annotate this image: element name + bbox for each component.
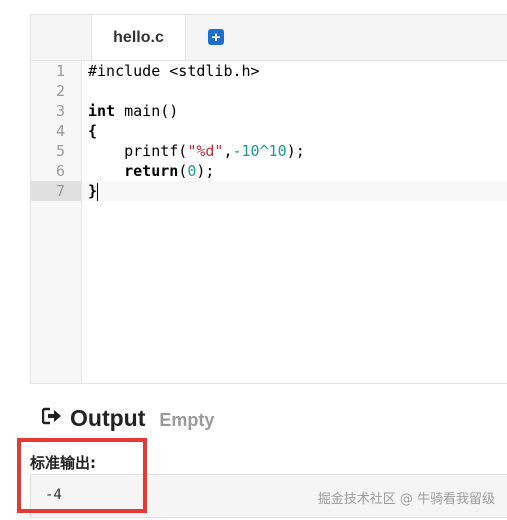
line-number: 4 [55,122,65,140]
code-line-5: printf("%d",-10^10); [82,141,507,161]
line-number: 6 [55,162,65,180]
text-cursor [97,182,99,201]
line-number-gutter: 1 2 3 4 5 6 7 [31,61,82,383]
keyword-int: int [88,102,116,120]
format-string: "%d" [187,142,224,160]
tab-hello-c[interactable]: hello.c [91,15,186,60]
number-literal: -10^10 [232,142,287,160]
close-brace: } [88,182,98,200]
code-line-7: } [82,181,507,201]
line-number: 3 [55,102,65,120]
code-line-6: return(0); [82,161,507,181]
plus-icon: + [211,28,221,46]
open-brace: { [88,122,98,140]
editor-tab-bar: hello.c + [31,15,507,61]
line-number-active: 7 [31,181,81,201]
paren-open: ( [178,162,188,180]
printf-call: printf( [124,142,188,160]
main-signature: main() [115,102,179,120]
code-area[interactable]: #include <stdlib.h> int main() { printf(… [82,61,507,383]
code-line-3: int main() [82,101,507,121]
line-number: 2 [55,82,65,100]
watermark: 掘金技术社区 @ 牛骑看我留级 [317,492,495,507]
keyword-return: return [124,162,179,180]
code-editor: hello.c + 1 2 3 4 5 6 7 #include <stdlib… [30,14,507,384]
line-number: 1 [55,62,65,80]
output-status: Empty [159,409,215,430]
include-directive: #include <stdlib.h> [88,62,260,80]
output-title: Output [70,404,146,431]
statement-end: ); [196,162,215,180]
code-line-1: #include <stdlib.h> [82,61,507,81]
comma: , [223,142,233,160]
output-header: Output Empty [41,401,215,435]
sign-out-icon [41,406,62,430]
add-file-button[interactable]: + [208,29,224,45]
stdout-value: -4 [45,487,62,503]
stdout-label: 标准输出: [30,454,96,472]
line-number: 5 [55,142,65,160]
call-end: ); [286,142,305,160]
tab-label: hello.c [113,28,164,46]
code-line-4: { [82,121,507,141]
